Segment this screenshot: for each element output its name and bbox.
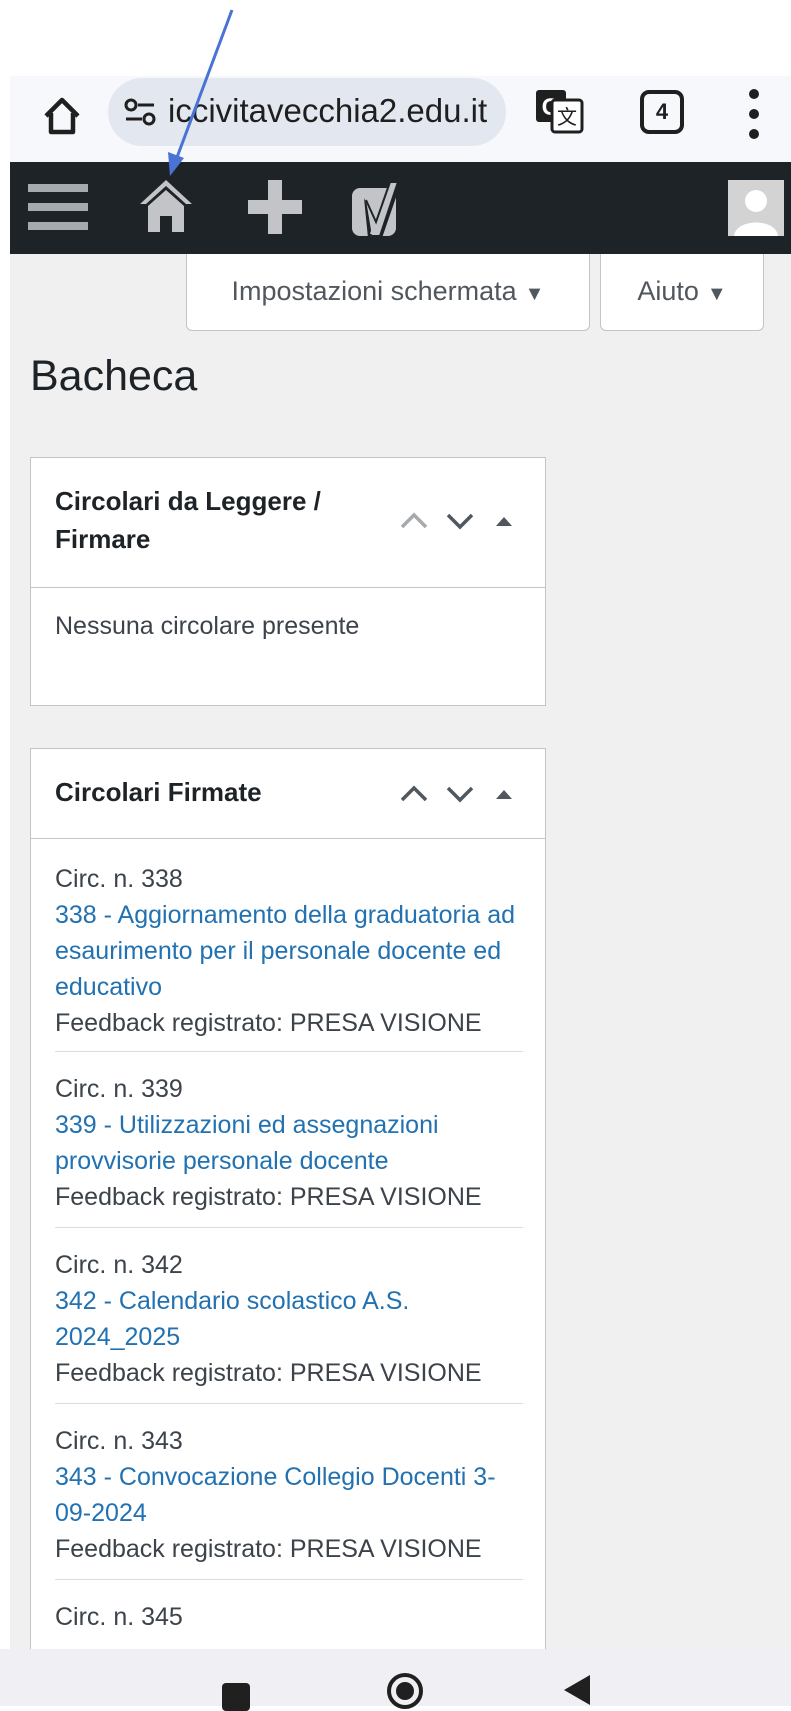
list-item: Circ. n. 345: [55, 1599, 523, 1635]
divider: [55, 1579, 523, 1580]
move-down-icon[interactable]: [443, 777, 477, 811]
svg-text:文: 文: [557, 106, 577, 129]
caret-down-icon: ▼: [706, 283, 727, 305]
empty-message: Nessuna circolare presente: [55, 612, 360, 640]
page-title: Bacheca: [30, 352, 198, 400]
screen-frame: iccivitavecchia2.edu.it G 文 4: [10, 76, 791, 1706]
tab-switcher-icon[interactable]: 4: [640, 90, 684, 134]
widget-title: Circolari da Leggere / Firmare: [55, 486, 321, 554]
browser-toolbar: iccivitavecchia2.edu.it G 文 4: [10, 76, 791, 162]
widget-title: Circolari Firmate: [55, 777, 262, 807]
circular-link[interactable]: 338 - Aggiornamento della graduatoria ad…: [55, 897, 523, 1005]
recent-apps-icon[interactable]: [222, 1683, 250, 1711]
system-navigation-bar: [0, 1649, 791, 1711]
feedback-status: Feedback registrato: PRESA VISIONE: [55, 1359, 482, 1387]
avatar[interactable]: [728, 180, 784, 236]
circular-link[interactable]: 343 - Convocazione Collegio Docenti 3-09…: [55, 1459, 523, 1531]
translate-icon[interactable]: G 文: [534, 88, 584, 134]
toggle-panel-icon[interactable]: [487, 777, 521, 811]
move-up-icon[interactable]: [397, 504, 431, 538]
feedback-status: Feedback registrato: PRESA VISIONE: [55, 1183, 482, 1211]
list-item: Circ. n. 338 338 - Aggiornamento della g…: [55, 861, 523, 1041]
yoast-icon[interactable]: [350, 174, 414, 240]
circular-number: Circ. n. 342: [55, 1251, 183, 1279]
help-button[interactable]: Aiuto ▼: [600, 254, 764, 331]
feedback-status: Feedback registrato: PRESA VISIONE: [55, 1009, 482, 1037]
url-text: iccivitavecchia2.edu.it: [168, 92, 488, 129]
screen-options-button[interactable]: Impostazioni schermata ▼: [186, 254, 590, 331]
widget-header: Circolari Firmate: [31, 749, 545, 839]
menu-icon[interactable]: [28, 180, 88, 234]
more-vert-icon[interactable]: [746, 88, 762, 140]
caret-down-icon: ▼: [524, 283, 545, 305]
back-icon[interactable]: [562, 1673, 592, 1707]
widget-circolari-da-leggere: Circolari da Leggere / Firmare Nessuna c…: [30, 457, 546, 706]
circular-number: Circ. n. 338: [55, 865, 183, 893]
address-bar[interactable]: iccivitavecchia2.edu.it: [108, 78, 506, 146]
move-up-icon[interactable]: [397, 777, 431, 811]
toggle-panel-icon[interactable]: [487, 504, 521, 538]
home-icon[interactable]: [40, 94, 84, 138]
circular-number: Circ. n. 343: [55, 1427, 183, 1455]
divider: [55, 1403, 523, 1404]
feedback-status: Feedback registrato: PRESA VISIONE: [55, 1535, 482, 1563]
site-settings-icon[interactable]: [124, 98, 156, 126]
widget-header: Circolari da Leggere / Firmare: [31, 458, 545, 588]
move-down-icon[interactable]: [443, 504, 477, 538]
circular-number: Circ. n. 339: [55, 1075, 183, 1103]
system-home-icon[interactable]: [385, 1671, 425, 1711]
divider: [55, 1227, 523, 1228]
list-item: Circ. n. 342 342 - Calendario scolastico…: [55, 1247, 523, 1391]
circular-number: Circ. n. 345: [55, 1603, 183, 1631]
screen-options-label: Impostazioni schermata: [231, 276, 517, 306]
plus-icon[interactable]: [246, 178, 304, 236]
help-label: Aiuto: [637, 276, 699, 306]
divider: [55, 1051, 523, 1052]
list-item: Circ. n. 343 343 - Convocazione Collegio…: [55, 1423, 523, 1567]
widget-circolari-firmate: Circolari Firmate Circ. n. 338 338 - Agg…: [30, 748, 546, 1706]
home-icon[interactable]: [138, 176, 194, 234]
circular-link[interactable]: 339 - Utilizzazioni ed assegnazioni prov…: [55, 1107, 523, 1179]
list-item: Circ. n. 339 339 - Utilizzazioni ed asse…: [55, 1071, 523, 1215]
circular-link[interactable]: 342 - Calendario scolastico A.S. 2024_20…: [55, 1283, 523, 1355]
admin-bar: [10, 162, 791, 254]
user-icon: [728, 180, 784, 236]
